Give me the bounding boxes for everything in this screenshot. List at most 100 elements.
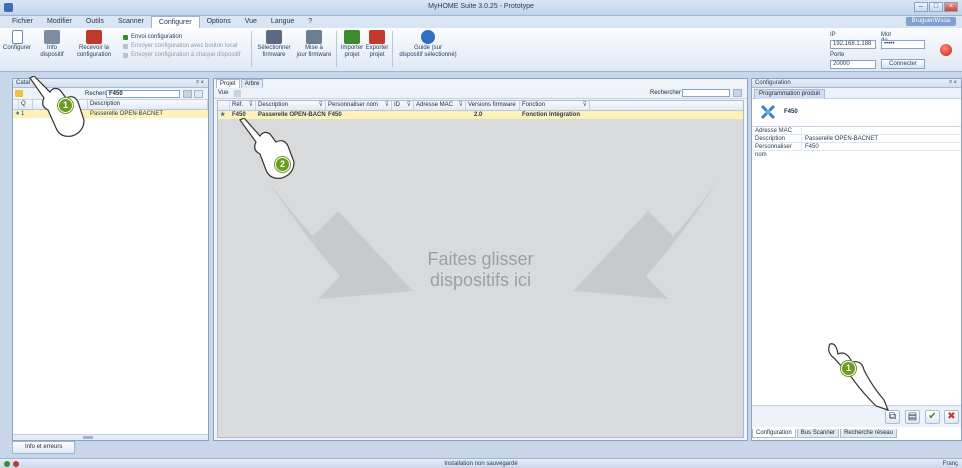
ribbon-separator <box>336 31 337 67</box>
cancel-x-icon[interactable]: ✖ <box>944 410 959 424</box>
gateway-icon <box>760 104 776 120</box>
info-errors-tab[interactable]: Info et erreurs <box>12 441 76 454</box>
envoi-bouton-local-button[interactable]: Envoyer configuration avec bouton local <box>123 42 240 51</box>
info-device-icon <box>44 30 60 44</box>
catalog-panel-controls[interactable]: ᵖ × <box>197 79 204 88</box>
menu-modifier[interactable]: Modifier <box>40 16 79 28</box>
folder-icon[interactable] <box>15 90 23 97</box>
filter-icon: ⊽ <box>384 102 389 108</box>
filter-icon: ⊽ <box>582 102 587 108</box>
col-firmware[interactable]: Versions firmware <box>466 101 520 110</box>
info-dispositif-button[interactable]: Info dispositif <box>37 30 67 59</box>
power-icon[interactable] <box>940 44 952 56</box>
configurer-button[interactable]: Configurer <box>3 30 31 52</box>
eraser-icon[interactable] <box>183 90 192 98</box>
title-bar: MyHOME Suite 3.0.25 - Prototype – □ × <box>0 0 962 16</box>
menu-help[interactable]: ? <box>301 16 319 28</box>
config-tabs: Programmation produit <box>752 88 961 99</box>
col-id[interactable]: ID ⊽ <box>392 101 414 110</box>
send-config-group: Envoi configuration Envoyer configuratio… <box>123 33 240 60</box>
status-language: Franç <box>942 461 958 467</box>
tab-bus-scanner[interactable]: Bus Scanner <box>796 429 840 438</box>
project-search-label: Rechercher <box>650 90 682 96</box>
project-search-input[interactable] <box>682 89 730 97</box>
close-button[interactable]: × <box>944 2 958 12</box>
config-panel-controls[interactable]: ᵖ × <box>950 79 957 88</box>
horizontal-scrollbar[interactable] <box>13 434 208 440</box>
pointer-hand-icon <box>29 76 85 137</box>
col-fonction[interactable]: Fonction ⊽ <box>520 101 590 110</box>
connect-button[interactable]: Connecter <box>881 59 925 69</box>
send-icon <box>123 35 128 40</box>
drop-hint: Faites glisser dispositifs ici <box>427 249 534 290</box>
menu-langue[interactable]: Langue <box>264 16 301 28</box>
port-label: Porte <box>830 52 845 58</box>
menu-fichier[interactable]: Fichier <box>5 16 40 28</box>
configurer-icon <box>11 30 23 44</box>
ip-label: IP <box>830 32 836 38</box>
status-bar: Installation non sauvegardé Franç <box>0 458 962 468</box>
col-ref[interactable]: Réf. ⊽ <box>230 101 256 110</box>
send-each-icon <box>123 53 128 58</box>
tab-configuration[interactable]: Configuration <box>752 429 796 438</box>
col-mac[interactable]: Adresse MAC ⊽ <box>414 101 466 110</box>
filter-icon: ⊽ <box>318 102 323 108</box>
update-firmware-button[interactable]: Mise à jour firmware <box>294 30 334 59</box>
recevoir-configuration-button[interactable]: Recevoir la configuration <box>70 30 118 59</box>
device-header: F450 <box>752 99 961 127</box>
tab-programmation-produit[interactable]: Programmation produit <box>754 89 826 99</box>
minimize-button[interactable]: – <box>914 2 928 12</box>
password-field[interactable]: ••••• <box>881 40 925 49</box>
user-badge: Bruguer/Wsoa <box>905 17 956 26</box>
view-icon[interactable] <box>234 90 241 97</box>
export-icon <box>369 30 385 44</box>
menu-options[interactable]: Options <box>200 16 238 28</box>
import-icon <box>344 30 360 44</box>
help-icon <box>421 30 435 44</box>
apply-check-icon[interactable]: ✔ <box>925 410 940 424</box>
menu-outils[interactable]: Outils <box>79 16 111 28</box>
copy-config-button[interactable]: ⧉ <box>885 410 900 424</box>
filter-icon[interactable] <box>194 90 203 98</box>
menu-bar: Fichier Modifier Outils Scanner Configur… <box>0 16 962 28</box>
tab-recherche-reseau[interactable]: Recherche réseau <box>840 429 898 438</box>
filter-icon: ⊽ <box>458 102 463 108</box>
paste-config-button[interactable]: ▤ <box>905 410 920 424</box>
view-label[interactable]: Vue <box>218 90 228 96</box>
ribbon-separator <box>251 31 252 67</box>
callout-1-right: 1 <box>841 361 856 376</box>
row-pointer-icon: ★ <box>220 112 226 118</box>
menu-configurer[interactable]: Configurer <box>150 16 200 28</box>
property-row[interactable]: Adresse MAC <box>752 127 961 135</box>
menu-scanner[interactable]: Scanner <box>111 16 151 28</box>
catalog-search-input[interactable]: F450 <box>106 90 180 98</box>
ribbon-separator <box>392 31 393 67</box>
property-row[interactable]: Description Passerelle OPEN-BACNET <box>752 135 961 143</box>
col-custom-name[interactable]: Personnaliser nom ⊽ <box>326 101 392 110</box>
callout-2: 2 <box>275 157 290 172</box>
tab-arbre[interactable]: Arbre <box>240 79 264 88</box>
property-row[interactable]: Personnaliser nom F450 <box>752 143 961 158</box>
window-title: MyHOME Suite 3.0.25 - Prototype <box>428 3 534 10</box>
config-header: Configuration ᵖ × <box>752 79 961 88</box>
import-project-button[interactable]: Importer projet <box>340 30 364 59</box>
project-tabs: Projet Arbre <box>214 79 747 88</box>
callout-1-left: 1 <box>58 98 73 113</box>
export-project-button[interactable]: Exporter projet <box>365 30 389 59</box>
ip-field[interactable]: 192.168.1.188 <box>830 40 876 49</box>
select-firmware-button[interactable]: Sélectionner firmware <box>254 30 294 59</box>
envoi-chaque-dispositif-button[interactable]: Envoyer configuration à chaque dispositi… <box>123 51 240 60</box>
filter-icon: ⊽ <box>406 102 411 108</box>
guide-button[interactable]: Guide (sur dispositif sélectionné) <box>395 30 461 59</box>
col-description[interactable]: Description ⊽ <box>256 101 326 110</box>
eraser-icon[interactable] <box>733 89 742 97</box>
col-description[interactable]: Description <box>88 100 208 109</box>
port-field[interactable]: 20000 <box>830 60 876 69</box>
maximize-button[interactable]: □ <box>929 2 943 12</box>
filter-icon: ⊽ <box>248 102 253 108</box>
tab-projet[interactable]: Projet <box>216 79 240 88</box>
project-toolbar: Vue Rechercher <box>214 88 747 99</box>
envoi-configuration-button[interactable]: Envoi configuration <box>123 33 240 42</box>
menu-vue[interactable]: Vue <box>238 16 264 28</box>
scroll-thumb[interactable] <box>83 436 93 439</box>
